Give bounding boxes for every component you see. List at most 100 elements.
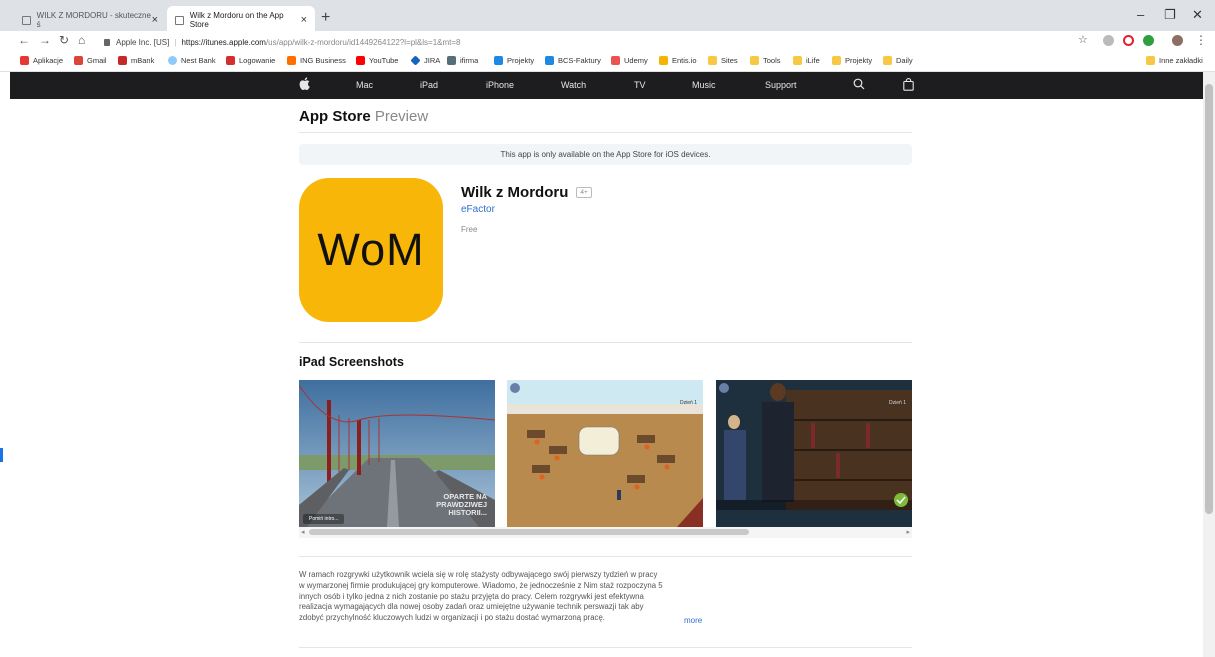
developer-link[interactable]: eFactor	[461, 204, 495, 215]
bookmark-label: iLife	[806, 56, 820, 65]
bookmark-item[interactable]: Gmail	[74, 56, 107, 65]
bookmark-item[interactable]: BCS-Faktury	[545, 56, 601, 65]
bookmark-item[interactable]: ING Business	[287, 56, 346, 65]
screenshots-scrollbar[interactable]: ◂ ▸	[299, 527, 912, 538]
search-icon[interactable]	[853, 78, 865, 90]
bookmark-label: Projekty	[845, 56, 873, 65]
page-scrollbar[interactable]	[1203, 72, 1215, 657]
nav-tv[interactable]: TV	[634, 80, 646, 90]
screenshot-1[interactable]: OPARTE NA PRAWDZIWEJ HISTORII... Pomiń i…	[299, 380, 495, 527]
divider	[299, 342, 912, 343]
back-icon[interactable]: ←	[18, 33, 30, 47]
reload-icon[interactable]: ↻	[59, 33, 69, 47]
new-tab-icon[interactable]: +	[321, 9, 330, 27]
login-icon	[226, 56, 235, 65]
bookmark-folder[interactable]: Tools	[750, 56, 781, 65]
address-bar: ← → ↻ ⌂ Apple Inc. [US] | https://itunes…	[0, 31, 1215, 52]
bookmark-label: Tools	[763, 56, 781, 65]
udemy-icon	[611, 56, 620, 65]
close-icon[interactable]: ×	[152, 14, 158, 26]
minimize-icon[interactable]: –	[1137, 7, 1144, 22]
close-icon[interactable]: ×	[301, 14, 307, 26]
nestbank-icon	[168, 56, 177, 65]
evernote-extension-icon[interactable]	[1143, 35, 1154, 46]
bookmark-label: Inne zakładki	[1159, 56, 1203, 65]
folder-icon	[750, 56, 759, 65]
bookmark-label: Entis.io	[672, 56, 697, 65]
restore-icon[interactable]: ❐	[1164, 7, 1176, 23]
app-price: Free	[461, 225, 478, 234]
age-rating-badge: 4+	[576, 187, 592, 198]
store-header: App Store Preview	[299, 108, 428, 125]
store-title: App Store	[299, 108, 371, 125]
intro-caption: OPARTE NA PRAWDZIWEJ HISTORII...	[436, 492, 487, 517]
browser-tab[interactable]: WILK Z MORDORU - skuteczne ś ×	[14, 6, 166, 34]
app-description: W ramach rozgrywki użytkownik wciela się…	[299, 570, 719, 624]
bookmark-item[interactable]: Udemy	[611, 56, 648, 65]
bookmark-label: Gmail	[87, 56, 107, 65]
url-host: https://itunes.apple.com	[181, 37, 266, 47]
bookmark-item[interactable]: Nest Bank	[168, 56, 216, 65]
browser-tab-active[interactable]: Wilk z Mordoru on the App Store ×	[167, 6, 315, 34]
drive-icon	[545, 56, 554, 65]
bookmark-item[interactable]: Logowanie	[226, 56, 275, 65]
bookmark-item[interactable]: Entis.io	[659, 56, 697, 65]
bag-icon[interactable]	[903, 78, 914, 91]
bookmark-item[interactable]: YouTube	[356, 56, 398, 65]
nav-music[interactable]: Music	[692, 80, 716, 90]
drive-icon	[494, 56, 503, 65]
bookmark-item[interactable]: JIRA	[410, 55, 441, 66]
bookmark-folder[interactable]: iLife	[793, 56, 820, 65]
opera-extension-icon[interactable]	[1123, 35, 1134, 46]
nav-watch[interactable]: Watch	[561, 80, 586, 90]
apple-logo-icon[interactable]	[299, 77, 310, 90]
description-line: realizacja wymagających dla nowej osoby …	[299, 602, 644, 612]
page-icon	[175, 15, 184, 25]
home-icon[interactable]: ⌂	[78, 33, 85, 47]
bookmark-item[interactable]: Aplikacje	[20, 56, 63, 65]
window-close-icon[interactable]: ✕	[1192, 7, 1203, 23]
profile-avatar[interactable]	[1172, 35, 1183, 46]
nav-ipad[interactable]: iPad	[420, 80, 438, 90]
scroll-right-icon[interactable]: ▸	[906, 528, 910, 536]
folder-icon	[883, 56, 892, 65]
camera-extension-icon[interactable]	[1103, 35, 1114, 46]
bookmark-label: JIRA	[424, 56, 441, 65]
more-link[interactable]: more	[684, 616, 702, 625]
gmail-icon	[74, 56, 83, 65]
nav-iphone[interactable]: iPhone	[486, 80, 514, 90]
app-name: Wilk z Mordoru	[461, 184, 569, 201]
bookmark-item[interactable]: ifirma	[447, 56, 478, 65]
scroll-left-icon[interactable]: ◂	[301, 528, 305, 536]
store-subtitle: Preview	[374, 108, 429, 125]
nav-support[interactable]: Support	[765, 80, 797, 90]
tab-title: WILK Z MORDORU - skuteczne ś	[36, 11, 151, 29]
skip-intro-button[interactable]: Pomiń intro...	[303, 514, 345, 524]
description-line: W ramach rozgrywki użytkownik wciela się…	[299, 570, 658, 579]
bookmark-label: ING Business	[300, 56, 346, 65]
divider	[299, 556, 912, 557]
description-line: zdobyć przychylność kluczowych ludzi w o…	[299, 613, 605, 623]
other-bookmarks[interactable]: Inne zakładki	[1146, 56, 1203, 65]
nav-mac[interactable]: Mac	[356, 80, 373, 90]
url-field[interactable]: Apple Inc. [US] | https://itunes.apple.c…	[104, 34, 461, 50]
bookmark-folder[interactable]: Sites	[708, 56, 738, 65]
scrollbar-thumb[interactable]	[1205, 84, 1213, 514]
app-title: Wilk z Mordoru 4+	[461, 184, 592, 201]
bookmark-label: BCS-Faktury	[558, 56, 601, 65]
site-identity: Apple Inc. [US]	[116, 37, 170, 47]
mbank-icon	[118, 56, 127, 65]
bookmark-item[interactable]: mBank	[118, 56, 154, 65]
star-icon[interactable]: ☆	[1078, 33, 1088, 46]
bookmark-folder[interactable]: Projekty	[832, 56, 872, 65]
scrollbar-thumb[interactable]	[309, 529, 749, 535]
screenshot-2[interactable]: Dzień 1	[507, 380, 703, 527]
divider	[299, 647, 912, 648]
forward-icon[interactable]: →	[39, 33, 51, 47]
apps-grid-icon	[20, 56, 29, 65]
bookmark-folder[interactable]: Daily	[883, 56, 913, 65]
apple-global-nav: Mac iPad iPhone Watch TV Music Support	[10, 72, 1203, 99]
menu-icon[interactable]: ⋮	[1195, 33, 1207, 47]
screenshot-3[interactable]: Dzień 1	[716, 380, 912, 527]
bookmark-item[interactable]: Projekty	[494, 56, 534, 65]
